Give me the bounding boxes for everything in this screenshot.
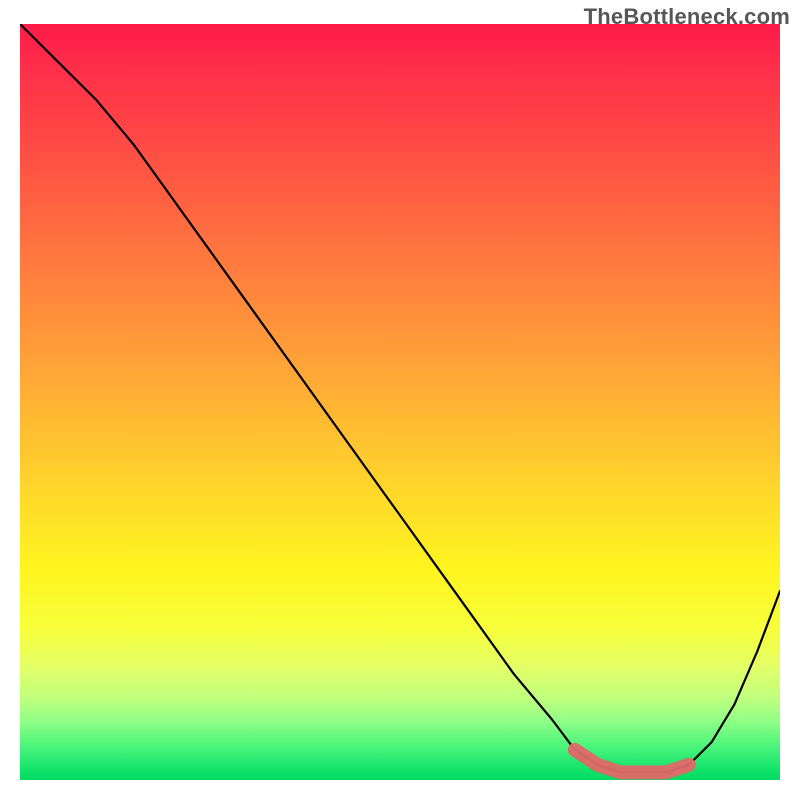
optimal-zone-highlight — [575, 750, 689, 773]
plot-area — [20, 24, 780, 780]
chart-overlay — [20, 24, 780, 780]
bottleneck-curve-path — [20, 24, 780, 772]
bottleneck-chart: TheBottleneck.com — [0, 0, 800, 800]
watermark-text: TheBottleneck.com — [584, 4, 790, 30]
